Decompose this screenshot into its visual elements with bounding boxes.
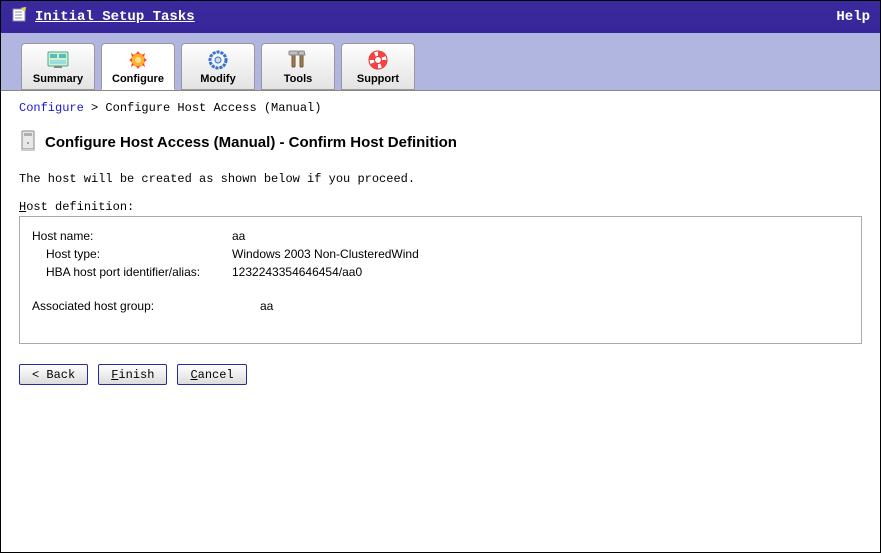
tab-label: Configure (112, 73, 164, 85)
breadcrumb-root-link[interactable]: Configure (19, 101, 84, 115)
page-title: Configure Host Access (Manual) - Confirm… (45, 134, 457, 151)
def-label: HBA host port identifier/alias: (32, 263, 232, 281)
app-icon (11, 6, 29, 29)
def-label: Host type: (32, 245, 232, 263)
button-row: < Back Finish Cancel (19, 364, 862, 385)
def-row-hba: HBA host port identifier/alias: 12322433… (32, 263, 849, 281)
breadcrumb: Configure > Configure Host Access (Manua… (19, 101, 862, 115)
help-menu[interactable]: Help (836, 9, 870, 25)
back-button[interactable]: < Back (19, 364, 88, 385)
host-definition-box: Host name: aa Host type: Windows 2003 No… (19, 216, 862, 344)
configure-icon (126, 49, 150, 71)
def-row-assoc-group: Associated host group: aa (32, 297, 849, 315)
breadcrumb-separator: > (91, 101, 98, 115)
summary-icon (46, 49, 70, 71)
tab-label: Modify (200, 73, 235, 85)
intro-text: The host will be created as shown below … (19, 172, 862, 186)
page-heading: Configure Host Access (Manual) - Confirm… (19, 129, 862, 156)
section-label: Host definition: (19, 200, 862, 214)
tab-tools[interactable]: Tools (261, 43, 335, 90)
tab-summary[interactable]: Summary (21, 43, 95, 90)
title-bar: Initial Setup Tasks Help (1, 1, 880, 33)
window-title: Initial Setup Tasks (35, 9, 195, 25)
tab-label: Summary (33, 73, 83, 85)
content-area: Configure > Configure Host Access (Manua… (1, 91, 880, 552)
breadcrumb-current: Configure Host Access (Manual) (105, 101, 321, 115)
finish-button[interactable]: Finish (98, 364, 167, 385)
tab-strip: Summary Configure Modify (1, 33, 880, 91)
tab-label: Tools (284, 73, 313, 85)
tab-support[interactable]: Support (341, 43, 415, 90)
def-value: 1232243354646454/aa0 (232, 263, 362, 281)
def-row-hostname: Host name: aa (32, 227, 849, 245)
tab-label: Support (357, 73, 399, 85)
def-value: aa (232, 227, 245, 245)
modify-icon (206, 49, 230, 71)
tab-modify[interactable]: Modify (181, 43, 255, 90)
cancel-button[interactable]: Cancel (177, 364, 246, 385)
def-value: aa (232, 297, 273, 315)
def-row-hosttype: Host type: Windows 2003 Non-ClusteredWin… (32, 245, 849, 263)
def-label: Associated host group: (32, 297, 232, 315)
def-value: Windows 2003 Non-ClusteredWind (232, 245, 419, 263)
def-label: Host name: (32, 227, 232, 245)
tools-icon (286, 49, 310, 71)
tab-configure[interactable]: Configure (101, 43, 175, 90)
support-icon (366, 49, 390, 71)
host-icon (19, 129, 37, 156)
